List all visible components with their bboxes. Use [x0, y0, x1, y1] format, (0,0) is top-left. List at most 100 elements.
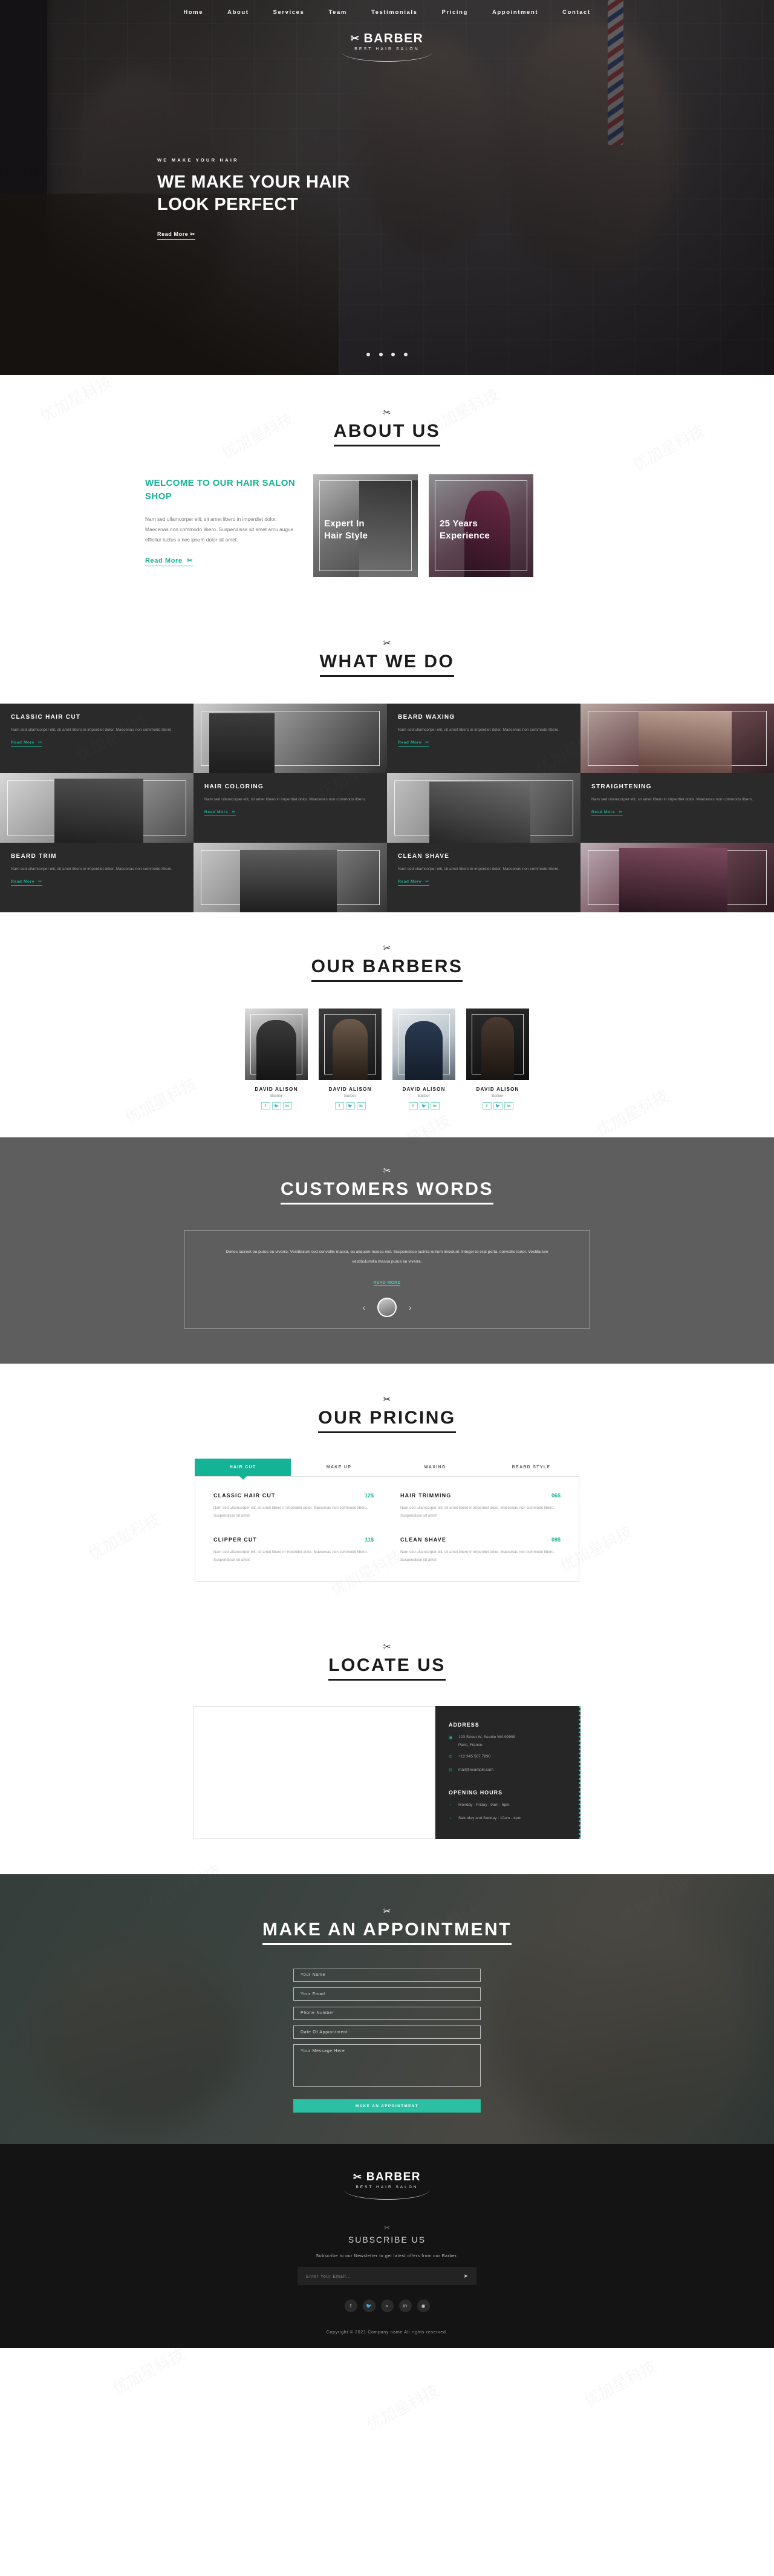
locate-title-text: LOCATE US: [328, 1655, 446, 1681]
hero-slider-dots[interactable]: [0, 348, 774, 359]
service-read-more-button[interactable]: Read More ✂: [591, 809, 623, 817]
pricing-panel: HAIR CUT MAKE UP WAXING BEARD STYLE CLAS…: [195, 1458, 579, 1582]
service-desc: Nam sed ullamcorper elit, sit amet liber…: [398, 867, 560, 871]
subscribe-form[interactable]: ➤: [298, 2267, 476, 2286]
slider-dot-2[interactable]: [379, 353, 383, 356]
service-read-more-button[interactable]: Read More ✂: [11, 879, 42, 886]
about-card-experience[interactable]: 25 Years Experience: [429, 474, 533, 577]
subscribe-email-input[interactable]: [306, 2273, 464, 2279]
pricing-tabs[interactable]: HAIR CUT MAKE UP WAXING BEARD STYLE: [195, 1458, 579, 1476]
service-card-clean-shave[interactable]: CLEAN SHAVE Nam sed ullamcorper elit, si…: [387, 843, 580, 912]
facebook-icon[interactable]: f: [482, 1102, 492, 1110]
twitter-icon[interactable]: 🐦: [419, 1102, 429, 1110]
twitter-icon[interactable]: 🐦: [493, 1102, 502, 1110]
barber-social-links[interactable]: f 🐦 in: [392, 1102, 455, 1110]
dribbble-icon[interactable]: ◉: [417, 2300, 430, 2313]
services-grid: CLASSIC HAIR CUT Nam sed ullamcorper eli…: [0, 704, 774, 912]
pricing-heading-block: ✂ OUR PRICING: [0, 1395, 774, 1436]
service-read-more-button[interactable]: Read More ✂: [398, 879, 429, 886]
testimonial-nav[interactable]: ‹ ›: [221, 1297, 553, 1317]
tab-beard-style[interactable]: BEARD STYLE: [483, 1459, 579, 1476]
footer-social-links[interactable]: f 🐦 ≈ in ◉: [0, 2300, 774, 2313]
slider-dot-4[interactable]: [403, 353, 408, 356]
nav-item-pricing[interactable]: Pricing: [442, 9, 468, 16]
date-field[interactable]: [293, 2025, 481, 2039]
nav-item-contact[interactable]: Contact: [562, 9, 591, 16]
linkedin-icon[interactable]: in: [430, 1102, 440, 1110]
chevron-right-icon[interactable]: ›: [409, 1303, 412, 1312]
linkedin-icon[interactable]: in: [398, 2300, 412, 2313]
facebook-icon[interactable]: f: [334, 1102, 344, 1110]
twitter-icon[interactable]: 🐦: [362, 2300, 376, 2313]
site-logo[interactable]: ✂ BARBER BEST HAIR SALON: [0, 31, 774, 62]
section-title-barbers: OUR BARBERS: [311, 956, 463, 984]
price-value: 06$: [551, 1492, 561, 1499]
nav-item-about[interactable]: About: [227, 9, 249, 16]
service-card-beard-waxing[interactable]: BEARD WAXING Nam sed ullamcorper elit, s…: [387, 704, 580, 773]
service-card-hair-coloring[interactable]: HAIR COLORING Nam sed ullamcorper elit, …: [194, 773, 387, 843]
chevron-left-icon[interactable]: ‹: [362, 1303, 365, 1312]
linkedin-icon[interactable]: in: [282, 1102, 292, 1110]
service-title: STRAIGHTENING: [591, 783, 652, 790]
tab-waxing[interactable]: WAXING: [387, 1459, 483, 1476]
barber-name: DAVID ALISON: [328, 1087, 372, 1092]
nav-item-testimonials[interactable]: Testimonials: [371, 9, 418, 16]
slider-dot-1[interactable]: [366, 353, 371, 356]
hero-read-more-button[interactable]: Read More ✂: [157, 231, 195, 240]
email-field[interactable]: [293, 1987, 481, 2001]
hero-kicker: WE MAKE YOUR HAIR: [157, 157, 239, 163]
about-card-label: 25 Years Experience: [440, 518, 490, 543]
footer-logo[interactable]: ✂ BARBER BEST HAIR SALON: [0, 2171, 774, 2200]
nav-item-services[interactable]: Services: [273, 9, 305, 16]
submit-appointment-button[interactable]: MAKE AN APPOINTMENT: [293, 2099, 481, 2113]
service-read-more-button[interactable]: Read More ✂: [204, 809, 236, 817]
barber-card[interactable]: DAVID ALISON Barber f 🐦 in: [319, 1008, 382, 1110]
email-line[interactable]: ✉ mail@example.com: [449, 1767, 567, 1774]
service-read-more-label: Read More: [398, 880, 422, 884]
service-read-more-button[interactable]: Read More ✂: [398, 740, 429, 747]
price-name: CLIPPER CUT: [213, 1537, 258, 1543]
barber-social-links[interactable]: f 🐦 in: [245, 1102, 308, 1110]
barber-social-links[interactable]: f 🐦 in: [319, 1102, 382, 1110]
barber-card[interactable]: DAVID ALISON Barber f 🐦 in: [392, 1008, 455, 1110]
message-field[interactable]: [293, 2044, 481, 2087]
barber-card[interactable]: DAVID ALISON Barber f 🐦 in: [466, 1008, 529, 1110]
nav-item-appointment[interactable]: Appointment: [492, 9, 538, 16]
barber-card[interactable]: DAVID ALISON Barber f 🐦 in: [245, 1008, 308, 1110]
facebook-icon[interactable]: f: [261, 1102, 270, 1110]
twitter-icon[interactable]: 🐦: [272, 1102, 281, 1110]
image-frame: [398, 1014, 450, 1074]
about-read-more-button[interactable]: Read More ✂: [145, 557, 194, 567]
service-desc: Nam sed ullamcorper elit, sit amet liber…: [11, 728, 173, 732]
appointment-form[interactable]: MAKE AN APPOINTMENT: [293, 1968, 481, 2113]
slider-dot-3[interactable]: [391, 353, 395, 356]
main-nav[interactable]: Home About Services Team Testimonials Pr…: [0, 0, 774, 16]
hours-line: ◔ Monday - Friday : 9am - 6pm: [449, 1802, 567, 1809]
testimonial-read-more-button[interactable]: READ MORE: [373, 1280, 401, 1286]
service-card-classic-hair-cut[interactable]: CLASSIC HAIR CUT Nam sed ullamcorper eli…: [0, 704, 194, 773]
barber-social-links[interactable]: f 🐦 in: [466, 1102, 529, 1110]
nav-item-home[interactable]: Home: [183, 9, 203, 16]
name-field[interactable]: [293, 1968, 481, 1982]
tab-hair-cut[interactable]: HAIR CUT: [195, 1458, 291, 1476]
service-card-straightening[interactable]: STRAIGHTENING Nam sed ullamcorper elit, …: [580, 773, 774, 843]
facebook-icon[interactable]: f: [344, 2300, 357, 2313]
phone-line[interactable]: ✆ +12 345 567 7890: [449, 1754, 567, 1760]
linkedin-icon[interactable]: in: [504, 1102, 513, 1110]
locate-heading-block: ✂ LOCATE US: [0, 1643, 774, 1683]
price-row: CLASSIC HAIR CUT 12$: [213, 1492, 374, 1499]
hero-section: Home About Services Team Testimonials Pr…: [0, 0, 774, 375]
tab-make-up[interactable]: MAKE UP: [291, 1459, 387, 1476]
copyright-text: Copyright © 2021.Company name All rights…: [326, 2330, 448, 2335]
service-read-more-button[interactable]: Read More ✂: [11, 740, 42, 747]
twitter-icon[interactable]: 🐦: [345, 1102, 355, 1110]
about-card-expert[interactable]: Expert In Hair Style: [313, 474, 418, 577]
nav-item-team[interactable]: Team: [328, 9, 347, 16]
phone-field[interactable]: [293, 2006, 481, 2020]
facebook-icon[interactable]: f: [408, 1102, 418, 1110]
send-icon[interactable]: ➤: [463, 2273, 468, 2280]
service-card-beard-trim[interactable]: BEARD TRIM Nam sed ullamcorper elit, sit…: [0, 843, 194, 912]
linkedin-icon[interactable]: in: [356, 1102, 366, 1110]
rss-icon[interactable]: ≈: [380, 2300, 394, 2313]
map-area[interactable]: [194, 1705, 435, 1840]
